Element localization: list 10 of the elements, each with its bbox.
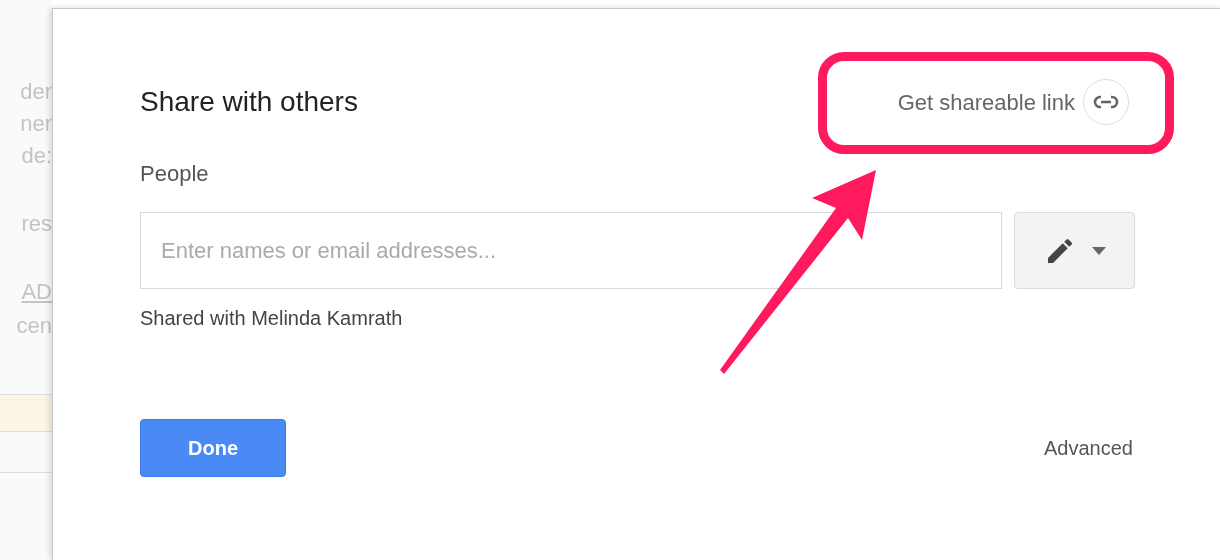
- advanced-link[interactable]: Advanced: [1044, 433, 1133, 463]
- people-label: People: [140, 160, 210, 188]
- permission-dropdown-button[interactable]: [1014, 212, 1135, 289]
- shareable-link-button[interactable]: Get shareable link: [897, 79, 1129, 125]
- people-input-field[interactable]: Enter names or email addresses...: [140, 212, 1002, 289]
- caret-icon: [1091, 246, 1106, 255]
- shared-with-text: Shared with Melinda Kamrath: [140, 306, 404, 331]
- done-button[interactable]: Done: [140, 419, 286, 477]
- dialog-title: Share with others: [140, 85, 358, 119]
- highlighted-table-row: [0, 394, 52, 432]
